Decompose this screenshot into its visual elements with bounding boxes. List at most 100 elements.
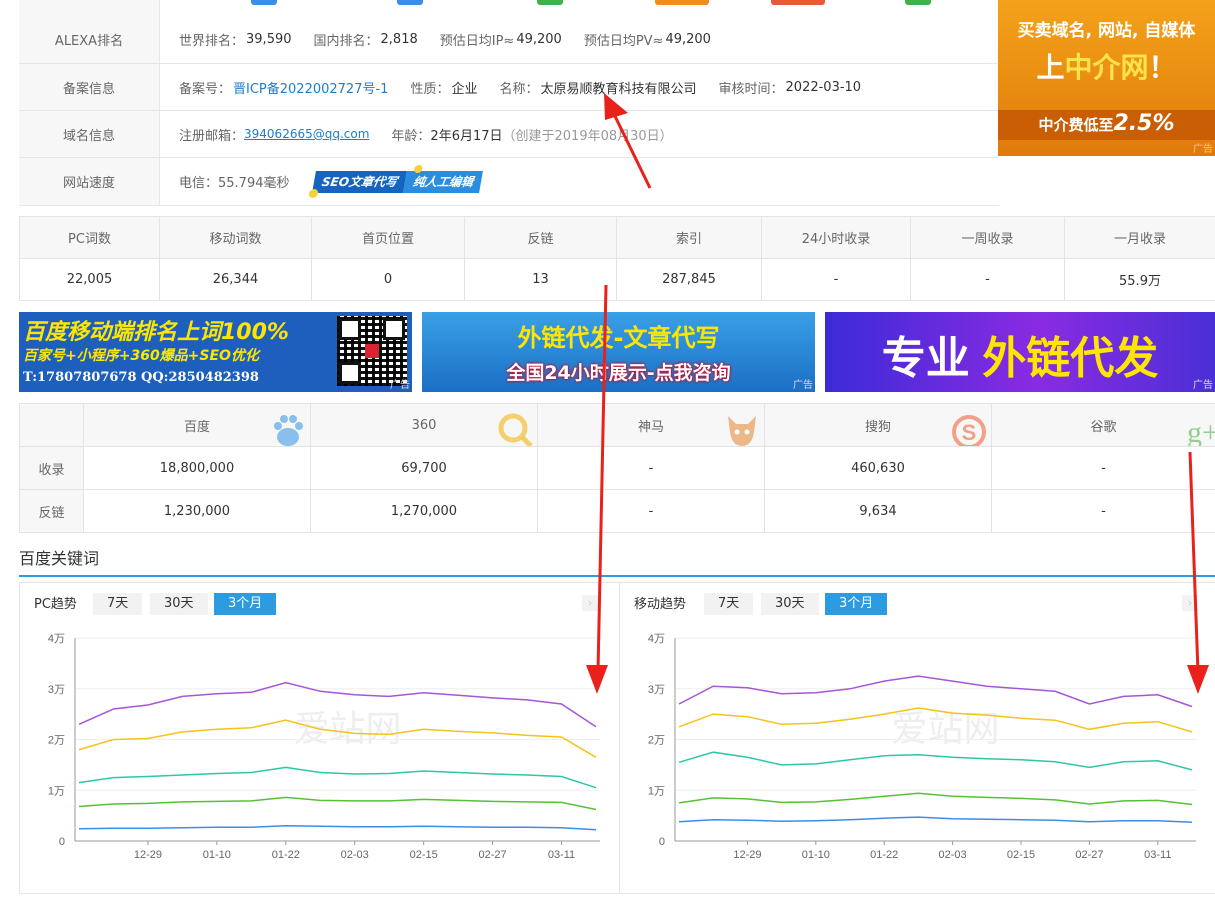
x-tick-label: 02-15	[1007, 849, 1035, 861]
x-tick-label: 03-11	[548, 849, 575, 861]
pc-range-3m[interactable]: 3个月	[214, 593, 276, 615]
x-tick-label: 02-15	[410, 849, 438, 861]
toolbar-icon-orange[interactable]	[655, 0, 709, 5]
x-tick-label: 03-11	[1144, 849, 1171, 861]
stats-header: 一月收录	[1065, 217, 1215, 259]
engine-baidu[interactable]: 百度	[84, 404, 311, 447]
series-line[interactable]	[679, 793, 1192, 804]
indexed-value[interactable]: 460,630	[765, 447, 992, 490]
register-email-link[interactable]: 394062665@qq.com	[244, 127, 369, 141]
pc-trend-chart: 爱站网01万2万3万4万12-2901-1001-2202-0302-1502-…	[20, 623, 620, 923]
stats-header: 反链	[465, 217, 617, 259]
stats-header: 首页位置	[312, 217, 465, 259]
mobile-trend-title: 移动趋势	[634, 593, 686, 612]
pc-range-7d[interactable]: 7天	[93, 593, 142, 615]
world-rank: 39,590	[246, 32, 292, 47]
stats-value[interactable]: 13	[465, 259, 617, 301]
x-tick-label: 01-22	[870, 849, 898, 861]
x-tick-label: 02-27	[1075, 849, 1103, 861]
indexed-value[interactable]: 69,700	[311, 447, 538, 490]
stats-header: 24小时收录	[762, 217, 911, 259]
beian-nature: 企业	[451, 78, 477, 97]
series-line[interactable]	[79, 797, 596, 809]
domain-row: 域名信息 注册邮箱：394062665@qq.com 年龄：2年6月17日 （创…	[19, 111, 999, 158]
alexa-label: ALEXA排名	[19, 16, 160, 63]
sogou-s-icon: S	[949, 410, 989, 447]
toolbar-icon-green[interactable]	[537, 0, 563, 5]
top-icon-row	[19, 0, 999, 17]
mobile-ranking-ad[interactable]: 百度移动端排名上词100% 百家号+小程序+360爆品+SEO优化 T:1780…	[19, 312, 412, 392]
series-line[interactable]	[679, 817, 1192, 822]
x-tick-label: 01-22	[272, 849, 300, 861]
pc-trend-title: PC趋势	[34, 593, 77, 612]
beian-company-name: 太原易顺教育科技有限公司	[541, 78, 697, 97]
stats-header: PC词数	[20, 217, 160, 259]
stats-header: 移动词数	[160, 217, 312, 259]
ad-tag: 广告	[1193, 140, 1213, 155]
stats-value[interactable]: 22,005	[20, 259, 160, 301]
mobile-range-3m[interactable]: 3个月	[825, 593, 887, 615]
backlink-service-ad[interactable]: 专业 外链代发 广告	[825, 312, 1215, 392]
domain-age: 2年6月17日	[430, 125, 502, 144]
estimated-pv: 49,200	[665, 32, 711, 47]
stats-value[interactable]: 0	[312, 259, 465, 301]
domain-label: 域名信息	[19, 111, 160, 157]
indexed-value: -	[992, 447, 1215, 490]
engine-google[interactable]: 谷歌 g+	[992, 404, 1215, 447]
stats-value[interactable]: 55.9万	[1065, 259, 1215, 301]
series-line[interactable]	[79, 826, 596, 830]
y-tick-label: 1万	[648, 785, 665, 797]
mobile-trend-chart: 爱站网01万2万3万4万12-2901-1001-2202-0302-1502-…	[620, 623, 1215, 923]
pc-expand-icon[interactable]: ›	[582, 595, 598, 611]
beian-review-date: 2022-03-10	[786, 80, 862, 95]
mobile-range-7d[interactable]: 7天	[704, 593, 753, 615]
mobile-expand-icon[interactable]: ›	[1182, 595, 1198, 611]
engine-shenma[interactable]: 神马	[538, 404, 765, 447]
stats-value[interactable]: 287,845	[617, 259, 762, 301]
beian-label: 备案信息	[19, 64, 160, 110]
toolbar-icon-blue-2[interactable]	[397, 0, 423, 5]
x-tick-label: 12-29	[134, 849, 162, 861]
y-tick-label: 3万	[648, 684, 665, 696]
y-tick-label: 4万	[48, 633, 65, 645]
estimated-ip: 49,200	[516, 32, 562, 47]
engine-sogou[interactable]: 搜狗 S	[765, 404, 992, 447]
seo-badge[interactable]: SEO文章代写 纯人工编辑	[312, 171, 483, 193]
backlink-article-ad[interactable]: 外链代发-文章代写 全国24小时展示-点我咨询 广告	[422, 312, 815, 392]
y-tick-label: 0	[659, 836, 665, 848]
backlink-value: -	[992, 490, 1215, 533]
x-tick-label: 12-29	[733, 849, 761, 861]
google-plus-icon: g+	[1183, 410, 1215, 447]
backlink-value: -	[538, 490, 765, 533]
backlink-value[interactable]: 9,634	[765, 490, 992, 533]
section-divider	[19, 575, 1215, 577]
series-line[interactable]	[679, 752, 1192, 770]
toolbar-icon-blue[interactable]	[251, 0, 277, 5]
series-line[interactable]	[679, 676, 1192, 706]
domain-broker-ad[interactable]: 买卖域名, 网站, 自媒体 上中介网！ 中介费低至2.5% 广告	[998, 0, 1215, 156]
x-tick-label: 02-27	[479, 849, 507, 861]
speed-row: 网站速度 电信：55.794毫秒 SEO文章代写 纯人工编辑	[19, 158, 999, 206]
toolbar-icon-red[interactable]	[771, 0, 825, 5]
alexa-row: ALEXA排名 世界排名：39,590 国内排名：2,818 预估日均IP≈49…	[19, 16, 999, 64]
row-label-backlinks: 反链	[20, 490, 84, 533]
series-line[interactable]	[79, 767, 596, 787]
stats-header: 索引	[617, 217, 762, 259]
y-tick-label: 0	[59, 836, 65, 848]
engine-360[interactable]: 360	[311, 404, 538, 447]
site-stats-table: PC词数 移动词数 首页位置 反链 索引 24小时收录 一周收录 一月收录 22…	[19, 216, 1215, 301]
magnifier-360-icon	[495, 410, 535, 447]
indexed-value[interactable]: 18,800,000	[84, 447, 311, 490]
x-tick-label: 02-03	[341, 849, 369, 861]
pc-range-30d[interactable]: 30天	[150, 593, 208, 615]
beian-number-link[interactable]: 晋ICP备2022002727号-1	[233, 78, 388, 97]
x-tick-label: 01-10	[802, 849, 830, 861]
mobile-trend-card: 移动趋势 7天 30天 3个月 › 爱站网01万2万3万4万12-2901-10…	[619, 582, 1215, 894]
mobile-range-30d[interactable]: 30天	[761, 593, 819, 615]
toolbar-icon-green-2[interactable]	[905, 0, 931, 5]
backlink-value[interactable]: 1,270,000	[311, 490, 538, 533]
stats-value[interactable]: 26,344	[160, 259, 312, 301]
speed-label: 网站速度	[19, 158, 160, 205]
domain-created: （创建于2019年08月30日）	[503, 125, 673, 144]
backlink-value[interactable]: 1,230,000	[84, 490, 311, 533]
